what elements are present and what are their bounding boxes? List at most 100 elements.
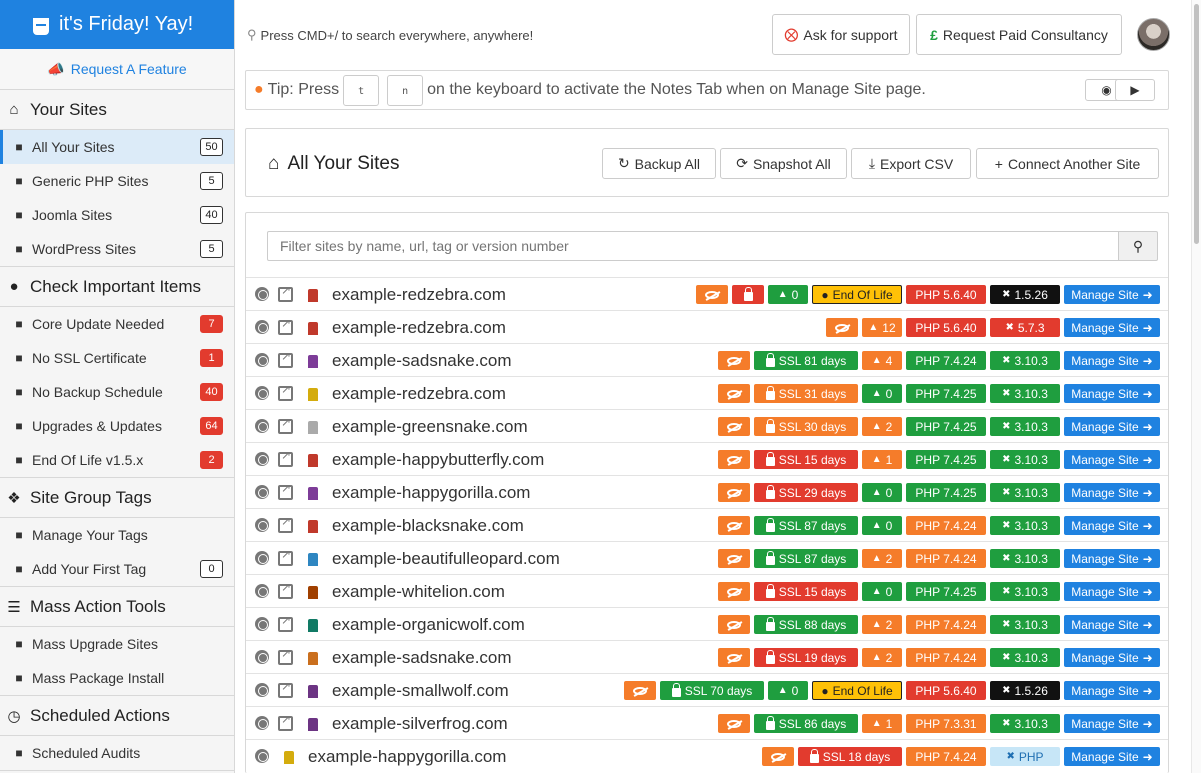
snapshot-all-button[interactable]: ⟳ Snapshot All [720,148,847,179]
sidebar-item[interactable]: ■ End Of Life v1.5.x 2 [0,443,234,477]
avatar[interactable] [1137,18,1170,51]
globe-icon[interactable] [255,386,269,400]
sidebar-item[interactable]: ■ No Backup Schedule 40 [0,375,234,409]
globe-icon[interactable] [255,683,269,697]
manage-site-button[interactable]: Manage Site ➜ [1064,318,1160,337]
upd-badge[interactable]: ▲ 2 [862,417,902,436]
ver-badge[interactable]: ✖ 3.10.3 [990,549,1060,568]
connect-site-button[interactable]: + Connect Another Site [976,148,1159,179]
manage-site-button[interactable]: Manage Site ➜ [1064,351,1160,370]
sidebar-item[interactable]: ■ Core Update Needed 7 [0,307,234,341]
external-link-icon[interactable] [278,349,293,368]
external-link-icon[interactable] [278,481,293,500]
manage-site-button[interactable]: Manage Site ➜ [1064,615,1160,634]
ssl-badge[interactable]: SSL 70 days [660,681,764,700]
ssl-badge[interactable]: SSL 86 days [754,714,858,733]
sidebar-item[interactable]: ■ Joomla Sites 40 [0,198,234,232]
ver-badge[interactable]: ✖ 3.10.3 [990,615,1060,634]
php-badge[interactable]: PHP 7.4.25 [906,450,986,469]
external-link-icon[interactable] [278,382,293,401]
globe-icon[interactable] [255,419,269,433]
upd-badge[interactable]: ▲ 0 [862,384,902,403]
eye-badge[interactable] [718,384,750,403]
manage-site-button[interactable]: Manage Site ➜ [1064,747,1160,766]
ssl-badge[interactable]: SSL 81 days [754,351,858,370]
manage-site-button[interactable]: Manage Site ➜ [1064,450,1160,469]
manage-site-button[interactable]: Manage Site ➜ [1064,285,1160,304]
external-link-icon[interactable] [278,283,293,302]
eye-badge[interactable] [718,648,750,667]
globe-icon[interactable] [255,551,269,565]
ver-badge[interactable]: ✖ 3.10.3 [990,648,1060,667]
upd-badge[interactable]: ▲ 2 [862,648,902,667]
eye-badge[interactable] [624,681,656,700]
globe-icon[interactable] [255,320,269,334]
manage-site-button[interactable]: Manage Site ➜ [1064,549,1160,568]
ssl-badge[interactable]: SSL 19 days [754,648,858,667]
ssl-badge[interactable]: SSL 15 days [754,450,858,469]
lock-badge[interactable] [732,285,764,304]
upd-badge[interactable]: ▲ 1 [862,714,902,733]
site-domain[interactable]: example-organicwolf.com [332,615,525,635]
eye-badge[interactable] [718,615,750,634]
manage-site-button[interactable]: Manage Site ➜ [1064,648,1160,667]
external-link-icon[interactable] [278,514,293,533]
ver-badge[interactable]: ✖ 3.10.3 [990,582,1060,601]
upd-badge[interactable]: ▲ 2 [862,549,902,568]
scrollbar-thumb[interactable] [1194,4,1199,244]
php-badge[interactable]: PHP 7.4.24 [906,747,986,766]
tip-next-button[interactable]: ▶ [1115,79,1155,101]
upd-badge[interactable]: ▲ 2 [862,615,902,634]
ssl-badge[interactable]: SSL 88 days [754,615,858,634]
ver-badge[interactable]: ✖ 3.10.3 [990,417,1060,436]
eye-badge[interactable] [718,351,750,370]
ask-support-button[interactable]: ⨂ Ask for support [772,14,910,55]
sidebar-item[interactable]: ■ Mass Package Install [0,661,234,695]
external-link-icon[interactable] [278,415,293,434]
ssl-badge[interactable]: SSL 31 days [754,384,858,403]
sidebar-item[interactable]: ■ Add Your First Tag 0 [0,552,234,586]
ver-badge[interactable]: ✖ 3.10.3 [990,516,1060,535]
site-domain[interactable]: example-beautifulleopard.com [332,549,560,569]
eol-badge[interactable]: ● End Of Life [812,681,902,700]
php-badge[interactable]: PHP 7.4.25 [906,582,986,601]
ver-badge[interactable]: ✖ 3.10.3 [990,483,1060,502]
globe-icon[interactable] [255,452,269,466]
eye-badge[interactable] [762,747,794,766]
request-feature-link[interactable]: 📣 Request A Feature [0,49,234,90]
site-domain[interactable]: example-silverfrog.com [332,714,508,734]
globe-icon[interactable] [255,518,269,532]
eye-badge[interactable] [826,318,858,337]
globe-icon[interactable] [255,650,269,664]
site-domain[interactable]: example-sadsnake.com [332,351,512,371]
sidebar-item[interactable]: ■ No SSL Certificate 1 [0,341,234,375]
eye-badge[interactable] [718,516,750,535]
eye-badge[interactable] [718,549,750,568]
site-domain[interactable]: example-blacksnake.com [332,516,524,536]
ver-badge[interactable]: ✖ 3.10.3 [990,714,1060,733]
manage-site-button[interactable]: Manage Site ➜ [1064,384,1160,403]
ver-badge[interactable]: ✖ 3.10.3 [990,384,1060,403]
site-domain[interactable]: example-sadsnake.com [332,648,512,668]
eol-badge[interactable]: ● End Of Life [812,285,902,304]
manage-site-button[interactable]: Manage Site ➜ [1064,714,1160,733]
ver-badge[interactable]: ✖ PHP [990,747,1060,766]
ver-badge[interactable]: ✖ 1.5.26 [990,285,1060,304]
external-link-icon[interactable] [278,712,293,731]
php-badge[interactable]: PHP 7.4.25 [906,417,986,436]
sidebar-item[interactable]: ■ Generic PHP Sites 5 [0,164,234,198]
site-domain[interactable]: example-redzebra.com [332,384,506,404]
globe-icon[interactable] [255,716,269,730]
manage-site-button[interactable]: Manage Site ➜ [1064,681,1160,700]
globe-icon[interactable] [255,287,269,301]
globe-icon[interactable] [255,485,269,499]
eye-badge[interactable] [718,450,750,469]
globe-icon[interactable] [255,749,269,763]
upd-badge[interactable]: ▲ 0 [862,483,902,502]
upd-badge[interactable]: ▲ 1 [862,450,902,469]
external-link-icon[interactable] [278,316,293,335]
upd-badge[interactable]: ▲ 12 [862,318,902,337]
upd-badge[interactable]: ▲ 4 [862,351,902,370]
globe-icon[interactable] [255,617,269,631]
site-domain[interactable]: example-smallwolf.com [332,681,509,701]
